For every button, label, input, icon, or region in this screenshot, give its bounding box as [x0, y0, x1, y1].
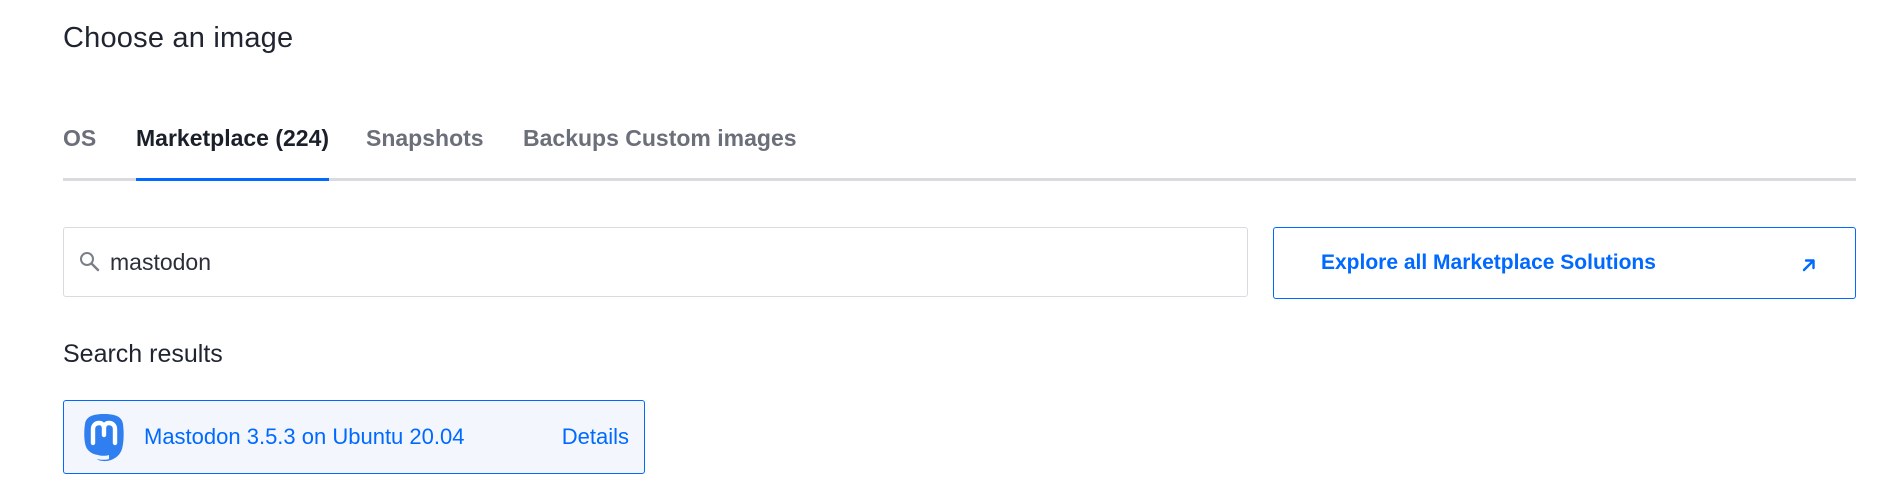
details-link[interactable]: Details	[562, 401, 629, 472]
tab-snapshots[interactable]: Snapshots	[366, 118, 484, 178]
result-card-mastodon[interactable]: Mastodon 3.5.3 on Ubuntu 20.04 Details	[63, 400, 645, 474]
marketplace-search-box[interactable]	[63, 227, 1248, 297]
page-title: Choose an image	[63, 22, 294, 54]
explore-marketplace-label: Explore all Marketplace Solutions	[1321, 251, 1656, 274]
explore-marketplace-button[interactable]: Explore all Marketplace Solutions	[1273, 227, 1856, 299]
external-link-arrow-icon	[1801, 257, 1817, 273]
tab-marketplace[interactable]: Marketplace (224)	[136, 118, 330, 181]
mastodon-icon	[80, 412, 128, 462]
tab-backups-custom-images[interactable]: Backups Custom images	[523, 118, 797, 178]
image-source-tabs: OS Marketplace (224) Snapshots Backups C…	[63, 118, 1856, 181]
search-results-heading: Search results	[63, 340, 223, 368]
tab-os[interactable]: OS	[63, 118, 96, 178]
search-input[interactable]	[110, 228, 1230, 296]
result-name: Mastodon 3.5.3 on Ubuntu 20.04	[144, 424, 465, 449]
search-icon	[78, 250, 102, 274]
